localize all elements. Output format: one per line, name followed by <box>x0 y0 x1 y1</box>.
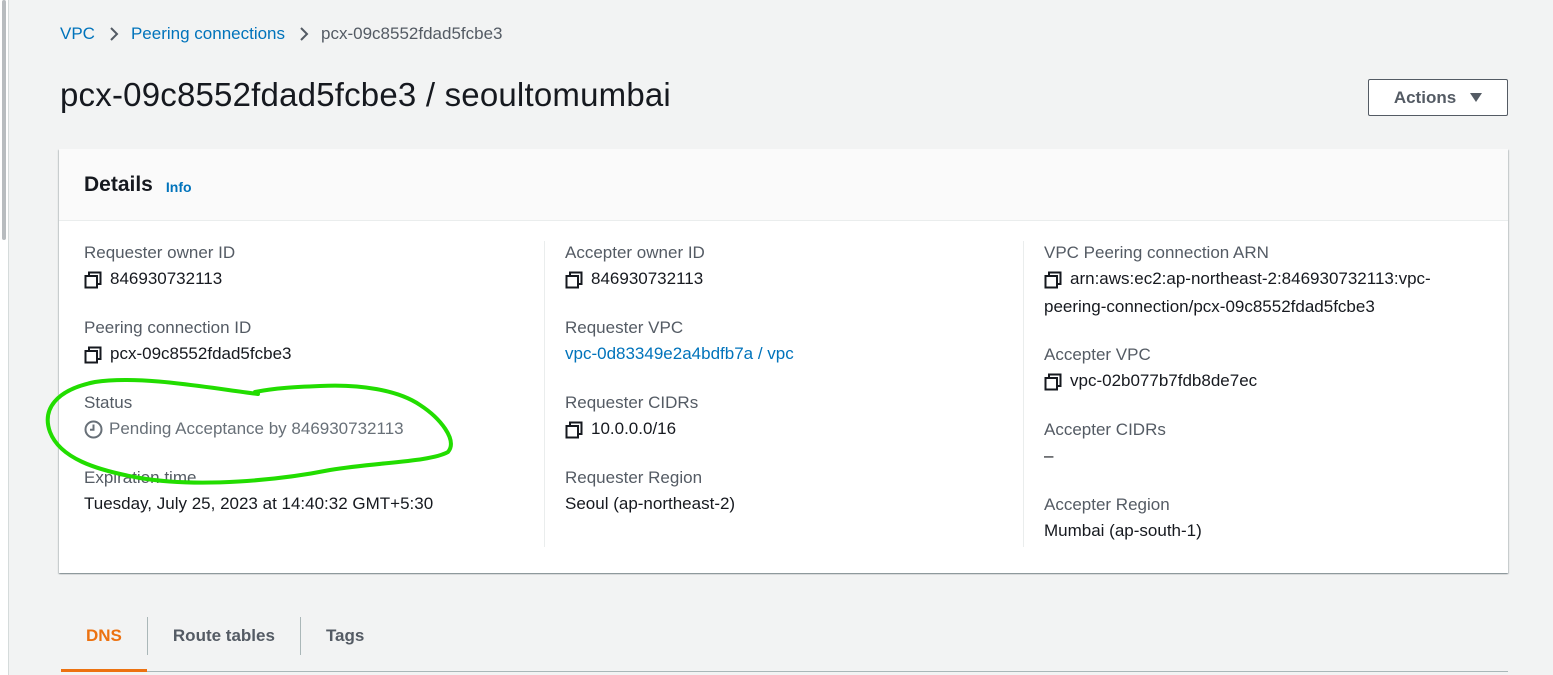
page-title: pcx-09c8552fdad5fcbe3 / seoultomumbai <box>60 76 671 113</box>
actions-label: Actions <box>1393 87 1457 107</box>
chevron-right-icon <box>299 26 309 42</box>
peering-arn-field: VPC Peering connection ARN arn:aws:ec2:a… <box>1044 241 1484 321</box>
requester-owner-id-value: 846930732113 <box>110 269 223 288</box>
tab-dns[interactable]: DNS <box>61 617 147 672</box>
copy-icon[interactable] <box>1044 270 1062 289</box>
copy-icon[interactable] <box>84 345 102 364</box>
field-label: Status <box>84 393 133 412</box>
status-value: Pending Acceptance by 846930732113 <box>109 419 404 438</box>
details-panel: Details Info Requester owner ID 84693073… <box>59 149 1508 573</box>
tab-bar: DNS Route tables Tags <box>61 617 1508 672</box>
details-header: Details Info <box>59 149 1508 221</box>
peering-connection-id-field: Peering connection ID pcx-09c8552fdad5fc… <box>84 316 544 368</box>
caret-down-icon <box>1470 93 1483 102</box>
field-label: Peering connection ID <box>84 318 252 337</box>
breadcrumb-current: pcx-09c8552fdad5fcbe3 <box>321 24 503 43</box>
tab-tags[interactable]: Tags <box>299 617 389 655</box>
peering-connection-id-value: pcx-09c8552fdad5fcbe3 <box>110 344 292 363</box>
peering-arn-line-1: arn:aws:ec2:ap-northeast-2:846930732113:… <box>1070 269 1431 288</box>
details-title: Details <box>84 172 153 196</box>
breadcrumb: VPC Peering connections pcx-09c8552fdad5… <box>60 22 503 46</box>
chevron-right-icon <box>109 26 119 42</box>
expiration-time-value: Tuesday, July 25, 2023 at 14:40:32 GMT+5… <box>84 494 434 513</box>
requester-cidrs-value: 10.0.0.0/16 <box>591 419 677 438</box>
requester-owner-id-field: Requester owner ID 846930732113 <box>84 241 544 293</box>
clock-icon <box>84 420 103 439</box>
accepter-owner-id-field: Accepter owner ID 846930732113 <box>565 241 1020 293</box>
accepter-region-field: Accepter Region Mumbai (ap-south-1) <box>1044 493 1484 545</box>
accepter-vpc-value: vpc-02b077b7fdb8de7ec <box>1070 371 1258 390</box>
breadcrumb-peering-connections-link[interactable]: Peering connections <box>131 24 285 44</box>
peering-arn-value: arn:aws:ec2:ap-northeast-2:846930732113:… <box>1070 265 1431 293</box>
column-divider <box>1023 241 1024 547</box>
tab-route-tables[interactable]: Route tables <box>146 617 300 655</box>
requester-cidrs-field: Requester CIDRs 10.0.0.0/16 <box>565 391 1020 443</box>
requester-region-value: Seoul (ap-northeast-2) <box>565 494 736 513</box>
field-label: Accepter owner ID <box>565 243 705 262</box>
accepter-cidrs-field: Accepter CIDRs – <box>1044 418 1484 470</box>
field-label: VPC Peering connection ARN <box>1044 243 1269 262</box>
accepter-owner-id-value: 846930732113 <box>591 269 704 288</box>
peering-arn-line-2: peering-connection/pcx-09c8552fdad5fcbe3 <box>1044 297 1375 316</box>
accepter-vpc-field: Accepter VPC vpc-02b077b7fdb8de7ec <box>1044 343 1484 395</box>
field-label: Requester owner ID <box>84 243 236 262</box>
field-label: Accepter Region <box>1044 495 1170 514</box>
actions-dropdown-button[interactable]: Actions <box>1368 79 1508 116</box>
status-field: Status Pending Acceptance by 84693073211… <box>84 391 544 443</box>
copy-icon[interactable] <box>565 420 583 439</box>
copy-icon[interactable] <box>565 270 583 289</box>
accepter-cidrs-value: – <box>1044 446 1054 465</box>
field-label: Accepter VPC <box>1044 345 1151 364</box>
requester-vpc-field: Requester VPC vpc-0d83349e2a4bdfb7a / vp… <box>565 316 1020 368</box>
field-label: Requester Region <box>565 468 703 487</box>
field-label: Requester CIDRs <box>565 393 699 412</box>
field-label: Requester VPC <box>565 318 684 337</box>
info-link[interactable]: Info <box>166 179 192 195</box>
scrollbar-thumb[interactable] <box>2 0 6 240</box>
scrollbar-track[interactable] <box>0 0 9 675</box>
requester-vpc-link[interactable]: vpc-0d83349e2a4bdfb7a / vpc <box>565 340 794 368</box>
accepter-region-value: Mumbai (ap-south-1) <box>1044 521 1202 540</box>
field-label: Accepter CIDRs <box>1044 420 1166 439</box>
requester-region-field: Requester Region Seoul (ap-northeast-2) <box>565 466 1020 518</box>
copy-icon[interactable] <box>84 270 102 289</box>
breadcrumb-vpc-link[interactable]: VPC <box>60 24 95 44</box>
copy-icon[interactable] <box>1044 372 1062 391</box>
expiration-time-field: Expiration time Tuesday, July 25, 2023 a… <box>84 466 544 518</box>
field-label: Expiration time <box>84 468 197 487</box>
column-divider <box>544 241 545 547</box>
